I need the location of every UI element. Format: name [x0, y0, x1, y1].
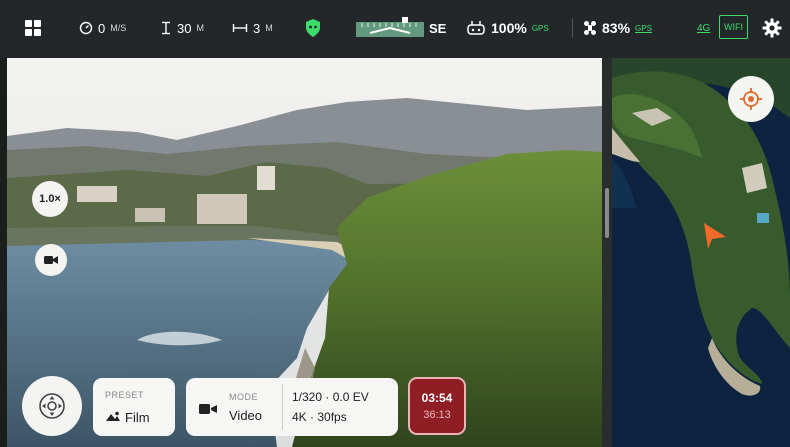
- drone-battery-value: 83%: [602, 20, 631, 36]
- camera-switch-button[interactable]: [35, 244, 67, 276]
- controller-icon: [467, 21, 485, 35]
- zoom-label: 1.0×: [39, 193, 61, 205]
- top-status-bar: 0 M/S 30 M 3 M SE 100% GPS 83% GPS 4G WI…: [0, 0, 790, 58]
- distance-value: 3: [253, 20, 261, 36]
- shield-icon: [306, 19, 320, 37]
- altitude-unit: M: [196, 23, 204, 33]
- joystick-icon: [39, 393, 65, 419]
- preset-card[interactable]: PRESET Film: [93, 378, 175, 436]
- controller-battery-value: 100%: [491, 20, 527, 36]
- camera-feed[interactable]: 1.0× PRESET Film MODE Video 1/320 · 0.0 …: [7, 58, 602, 447]
- distance-readout: 3 M: [232, 17, 273, 39]
- joystick-button[interactable]: [22, 376, 82, 436]
- divider-handle[interactable]: [605, 188, 609, 238]
- settings-button[interactable]: [762, 17, 782, 39]
- speed-unit: M/S: [110, 23, 127, 33]
- video-camera-icon: [44, 256, 58, 264]
- card-divider: [282, 384, 283, 430]
- preset-label: PRESET: [105, 390, 145, 400]
- locate-button[interactable]: [728, 76, 774, 122]
- drone-gps: GPS: [635, 23, 652, 33]
- mode-label: MODE: [229, 392, 258, 402]
- wifi-status: WIFI: [719, 14, 748, 40]
- controller-battery: 100% GPS: [466, 17, 549, 39]
- distance-unit: M: [265, 23, 273, 33]
- mode-value: Video: [229, 408, 263, 423]
- heading-label: SE: [429, 20, 447, 36]
- controller-gps: GPS: [531, 23, 549, 33]
- altitude-icon: [162, 21, 170, 35]
- speed-value: 0: [98, 20, 106, 36]
- speed-readout: 0 M/S: [79, 17, 126, 39]
- video-mode-icon: [199, 404, 217, 414]
- speedometer-icon: [79, 21, 93, 35]
- locate-icon: [740, 88, 762, 110]
- mini-map[interactable]: [612, 58, 790, 447]
- settings-gear-icon: [762, 18, 782, 38]
- compass-bar: [356, 17, 424, 37]
- altitude-value: 30: [177, 20, 192, 36]
- drone-icon: [584, 21, 596, 35]
- split-divider[interactable]: [602, 58, 612, 447]
- grid-menu-icon: [25, 20, 41, 36]
- wifi-label: WIFI: [719, 15, 748, 39]
- recording-time-remaining: 36:13: [423, 409, 451, 421]
- camera-settings-card[interactable]: MODE Video 1/320 · 0.0 EV 4K · 30fps: [186, 378, 398, 436]
- zoom-button[interactable]: 1.0×: [32, 181, 68, 217]
- resolution-value: 4K · 30fps: [292, 410, 347, 424]
- altitude-readout: 30 M: [160, 17, 204, 39]
- exposure-value: 1/320 · 0.0 EV: [292, 390, 369, 404]
- network-status: 4G: [697, 17, 710, 39]
- film-preset-icon: [106, 411, 120, 421]
- protection-status[interactable]: [304, 17, 322, 39]
- recording-time-button[interactable]: 03:54 36:13: [408, 377, 466, 435]
- compass-strip: SE: [356, 17, 446, 39]
- status-divider: [572, 18, 573, 38]
- recording-time-main: 03:54: [421, 391, 453, 405]
- grid-menu-button[interactable]: [24, 17, 42, 39]
- distance-icon: [232, 24, 248, 32]
- network-label: 4G: [697, 22, 711, 34]
- preset-value: Film: [125, 410, 150, 425]
- drone-battery: 83% GPS: [583, 17, 652, 39]
- drone-position-marker: [704, 223, 726, 249]
